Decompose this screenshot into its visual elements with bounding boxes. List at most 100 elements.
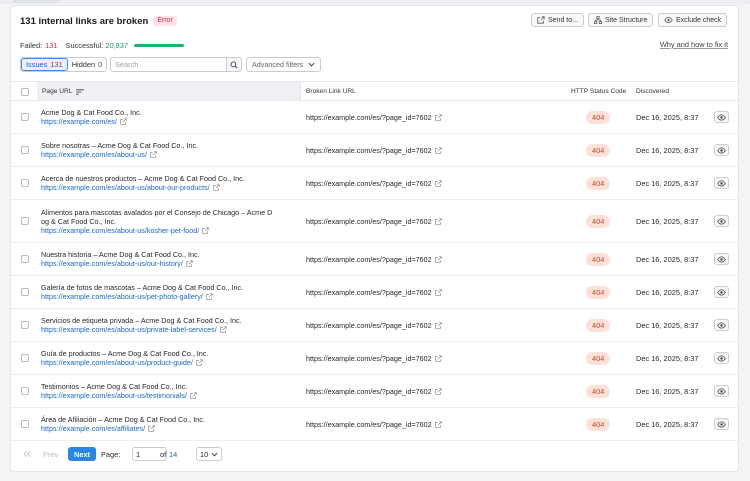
- broken-link-cell[interactable]: https://example.com/es/?page_id=7602: [306, 216, 442, 226]
- page-cell: Acme Dog & Cat Food Co., Inc. https://exa…: [41, 101, 142, 133]
- hidden-tab[interactable]: Hidden 0: [68, 58, 107, 71]
- page-title: Guía de productos – Acme Dog & Cat Food …: [41, 349, 209, 358]
- total-pages-link[interactable]: 14: [169, 447, 177, 461]
- page-url-text: https://example.com/es/about-us/about-ou…: [41, 183, 210, 192]
- search-input[interactable]: [110, 57, 227, 72]
- row-checkbox[interactable]: [21, 387, 29, 395]
- row-checkbox[interactable]: [21, 146, 29, 154]
- page-url-link[interactable]: https://example.com/es/about-us/about-ou…: [41, 183, 220, 192]
- external-link-icon: [435, 217, 442, 225]
- failed-label: Failed:: [20, 40, 43, 50]
- page-url-text: https://example.com/es/about-us/testimon…: [41, 391, 187, 400]
- prev-page-button[interactable]: Prev: [43, 447, 58, 461]
- broken-link-cell[interactable]: https://example.com/es/?page_id=7602: [306, 353, 442, 363]
- next-page-button[interactable]: Next: [68, 447, 97, 461]
- first-page-button[interactable]: [23, 447, 31, 461]
- page-title: Área de Afiliación – Acme Dog & Cat Food…: [41, 415, 205, 424]
- broken-link-cell[interactable]: https://example.com/es/?page_id=7602: [306, 287, 442, 297]
- row-select-cell: [21, 113, 29, 121]
- row-checkbox[interactable]: [21, 217, 29, 225]
- broken-link-cell[interactable]: https://example.com/es/?page_id=7602: [306, 145, 442, 155]
- view-details-button[interactable]: [714, 352, 729, 364]
- view-details-button[interactable]: [714, 177, 729, 189]
- page-cell: Alimentos para mascotas avalados por el …: [41, 200, 272, 242]
- page-url-link[interactable]: https://example.com/es/: [41, 117, 127, 126]
- broken-link-cell[interactable]: https://example.com/es/?page_id=7602: [306, 254, 442, 264]
- row-checkbox[interactable]: [21, 420, 29, 428]
- site-structure-label: Site Structure: [605, 16, 648, 24]
- page-url-link[interactable]: https://example.com/es/about-us/our-hist…: [41, 259, 193, 268]
- page-cell: Nuestra historia – Acme Dog & Cat Food C…: [41, 243, 200, 275]
- chevron-down-icon: [308, 62, 315, 67]
- broken-link-text: https://example.com/es/?page_id=7602: [306, 419, 432, 429]
- page-url-link[interactable]: https://example.com/es/about-us/: [41, 150, 157, 159]
- view-details-button[interactable]: [714, 286, 729, 298]
- external-link-icon: [202, 226, 209, 234]
- row-select-cell: [21, 288, 29, 296]
- row-checkbox[interactable]: [21, 179, 29, 187]
- row-select-cell: [21, 420, 29, 428]
- table-body: Acme Dog & Cat Food Co., Inc. https://exa…: [11, 101, 738, 441]
- row-checkbox[interactable]: [21, 255, 29, 263]
- page-url-link[interactable]: https://example.com/es/about-us/kosher-p…: [41, 226, 209, 235]
- status-badge: 404: [586, 214, 611, 228]
- search-button[interactable]: [226, 57, 242, 72]
- row-checkbox[interactable]: [21, 113, 29, 121]
- page-cell: Galería de fotos de mascotas – Acme Dog …: [41, 276, 243, 308]
- exclude-check-button[interactable]: Exclude check: [658, 13, 728, 27]
- hidden-tab-label: Hidden: [71, 60, 96, 69]
- external-link-icon: [435, 387, 442, 395]
- tab-hint: [12, 0, 60, 3]
- per-page-select[interactable]: 10: [196, 447, 222, 461]
- status-badge: 404: [586, 143, 611, 157]
- view-details-button[interactable]: [714, 215, 729, 227]
- view-details-button[interactable]: [714, 319, 729, 331]
- view-details-button[interactable]: [714, 418, 729, 430]
- issues-tab[interactable]: Issues 131: [21, 58, 68, 71]
- view-details-button[interactable]: [714, 253, 729, 265]
- row-view-cell: [714, 111, 729, 123]
- eye-icon: [717, 321, 726, 329]
- select-all-checkbox[interactable]: [21, 87, 29, 96]
- share-icon: [537, 16, 545, 24]
- search-icon: [230, 61, 238, 69]
- site-structure-button[interactable]: Site Structure: [588, 13, 654, 27]
- external-link-icon: [435, 420, 442, 428]
- broken-links-panel: 131 internal links are broken Error Send…: [10, 5, 739, 472]
- page-url-link[interactable]: https://example.com/es/about-us/pet-phot…: [41, 292, 213, 301]
- broken-link-cell[interactable]: https://example.com/es/?page_id=7602: [306, 419, 442, 429]
- page-url-text: https://example.com/es/about-us/: [41, 150, 147, 159]
- view-details-button[interactable]: [714, 111, 729, 123]
- status-cell: 404: [586, 318, 611, 332]
- row-select-cell: [21, 146, 29, 154]
- page-url-link[interactable]: https://example.com/es/affiliates/: [41, 424, 155, 433]
- broken-link-cell[interactable]: https://example.com/es/?page_id=7602: [306, 320, 442, 330]
- row-checkbox[interactable]: [21, 288, 29, 296]
- page-label: Page:: [101, 449, 121, 459]
- row-checkbox[interactable]: [21, 321, 29, 329]
- page-url-text: https://example.com/es/about-us/product-…: [41, 358, 193, 367]
- advanced-filters-dropdown[interactable]: Advanced filters: [246, 57, 322, 72]
- chevron-down-icon: [211, 452, 218, 456]
- broken-link-cell[interactable]: https://example.com/es/?page_id=7602: [306, 386, 442, 396]
- view-details-button[interactable]: [714, 385, 729, 397]
- issues-count: 131: [50, 60, 63, 69]
- row-checkbox[interactable]: [21, 354, 29, 362]
- how-to-fix-link[interactable]: Why and how to fix it: [660, 40, 728, 49]
- row-select-cell: [21, 354, 29, 362]
- table-row: Guía de productos – Acme Dog & Cat Food …: [11, 342, 738, 375]
- eye-icon: [717, 387, 726, 395]
- page-title: Acme Dog & Cat Food Co., Inc.: [41, 108, 142, 117]
- send-to-button[interactable]: Send to...: [531, 13, 584, 27]
- broken-link-cell[interactable]: https://example.com/es/?page_id=7602: [306, 112, 442, 122]
- page-url-header[interactable]: Page URL: [37, 82, 300, 101]
- broken-link-cell[interactable]: https://example.com/es/?page_id=7602: [306, 178, 442, 188]
- eye-icon: [717, 146, 726, 154]
- status-cell: 404: [586, 252, 611, 266]
- view-details-button[interactable]: [714, 144, 729, 156]
- broken-link-text: https://example.com/es/?page_id=7602: [306, 216, 432, 226]
- page-url-link[interactable]: https://example.com/es/about-us/testimon…: [41, 391, 197, 400]
- row-view-cell: [714, 253, 729, 265]
- page-url-link[interactable]: https://example.com/es/about-us/private-…: [41, 325, 227, 334]
- page-url-link[interactable]: https://example.com/es/about-us/product-…: [41, 358, 203, 367]
